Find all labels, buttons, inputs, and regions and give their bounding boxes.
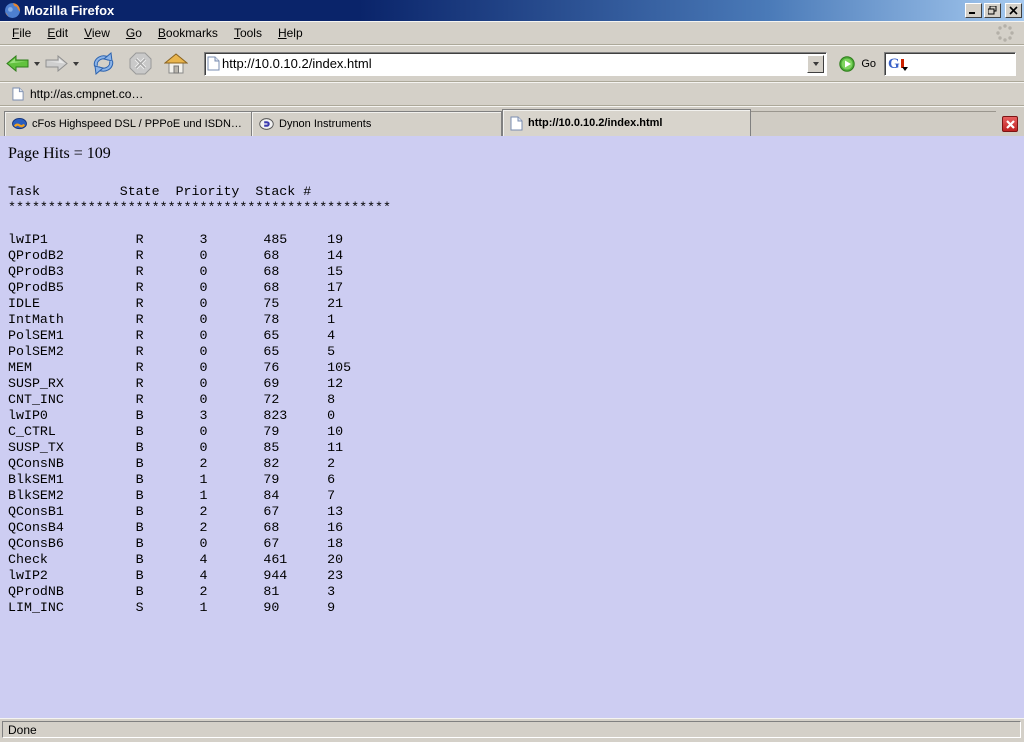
menu-go[interactable]: Go <box>118 23 150 43</box>
tab-cfos[interactable]: cFos Highspeed DSL / PPPoE und ISDN CAP.… <box>4 111 252 136</box>
search-input[interactable] <box>910 55 1012 72</box>
page-icon <box>510 116 523 131</box>
back-button[interactable] <box>6 55 29 72</box>
status-field: Done <box>2 721 1021 738</box>
menu-help[interactable]: Help <box>270 23 311 43</box>
menu-file[interactable]: File <box>4 23 39 43</box>
page-content: Page Hits = 109 Task State Priority Stac… <box>0 136 1024 718</box>
stop-button[interactable] <box>129 52 152 75</box>
close-tab-x-icon <box>1006 120 1015 129</box>
status-bar: Done <box>0 718 1024 742</box>
url-input[interactable] <box>220 55 807 73</box>
tab-label: http://10.0.10.2/index.html <box>528 117 662 129</box>
stop-icon <box>129 52 152 75</box>
tab-active-index[interactable]: http://10.0.10.2/index.html <box>502 109 751 136</box>
minimize-button[interactable] <box>965 3 982 18</box>
restore-button[interactable] <box>984 3 1001 18</box>
task-listing: Task State Priority Stack # ************… <box>8 184 1016 616</box>
close-button[interactable] <box>1005 3 1022 18</box>
throbber-icon <box>994 22 1016 44</box>
browser-window: Mozilla Firefox File Edit View Go Bookma… <box>0 0 1024 742</box>
status-text: Done <box>8 723 37 737</box>
bookmark-label: http://as.cmpnet.co… <box>30 87 143 101</box>
menu-edit[interactable]: Edit <box>39 23 76 43</box>
tab-strip-filler <box>751 111 996 136</box>
forward-arrow-icon <box>45 55 68 72</box>
go-icon <box>839 56 855 72</box>
back-arrow-icon <box>6 55 29 72</box>
menubar: File Edit View Go Bookmarks Tools Help <box>0 21 1024 45</box>
tab-dynon[interactable]: Dynon Instruments <box>252 111 502 136</box>
reload-button[interactable] <box>90 52 117 75</box>
tab-strip: cFos Highspeed DSL / PPPoE und ISDN CAP.… <box>0 106 1024 136</box>
home-icon <box>164 53 188 74</box>
forward-dropdown-caret[interactable] <box>73 62 79 66</box>
url-dropdown-button[interactable] <box>807 55 824 73</box>
menu-bookmarks[interactable]: Bookmarks <box>150 23 226 43</box>
home-button[interactable] <box>164 53 188 74</box>
navigation-toolbar: Go G <box>0 45 1024 82</box>
go-label: Go <box>861 58 876 70</box>
cfos-icon <box>12 118 27 131</box>
tab-label: Dynon Instruments <box>279 118 371 130</box>
close-tab-button[interactable] <box>1002 116 1018 132</box>
page-hits-text: Page Hits = 109 <box>8 145 1016 163</box>
go-button[interactable]: Go <box>839 56 876 72</box>
bookmarks-toolbar: http://as.cmpnet.co… <box>0 82 1024 106</box>
reload-icon <box>90 52 117 75</box>
menu-tools[interactable]: Tools <box>226 23 270 43</box>
tab-label: cFos Highspeed DSL / PPPoE und ISDN CAP.… <box>32 118 244 130</box>
window-title: Mozilla Firefox <box>24 3 963 18</box>
menu-view[interactable]: View <box>76 23 118 43</box>
urlbar <box>204 52 827 76</box>
forward-button[interactable] <box>45 55 68 72</box>
bookmark-page-icon <box>12 87 24 101</box>
search-box: G <box>884 52 1016 76</box>
search-engine-caret[interactable] <box>902 67 908 71</box>
dynon-icon <box>259 118 274 130</box>
firefox-logo-icon <box>4 2 21 19</box>
back-dropdown-caret[interactable] <box>34 62 40 66</box>
titlebar: Mozilla Firefox <box>0 0 1024 21</box>
bookmark-item[interactable]: http://as.cmpnet.co… <box>8 85 147 103</box>
page-favicon <box>207 56 220 71</box>
